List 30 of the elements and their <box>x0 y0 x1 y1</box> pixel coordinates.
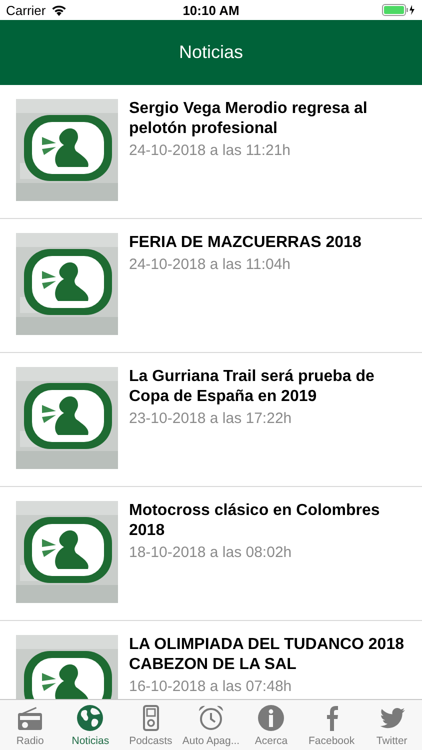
news-date: 16-10-2018 a las 07:48h <box>129 678 293 695</box>
info-icon <box>257 704 286 732</box>
status-time: 10:10 AM <box>182 2 240 18</box>
tab-info[interactable]: Acerca <box>241 700 302 750</box>
globe-icon <box>76 704 104 732</box>
news-title: Sergio Vega Merodio regresa al pelotón profesional <box>129 99 368 139</box>
news-title: FERIA DE MAZCUERRAS 2018 <box>129 233 362 253</box>
carrier-label: Carrier <box>6 2 46 18</box>
wifi-icon <box>50 4 67 16</box>
news-title: LA OLIMPIADA DEL TUDANCO 2018 CABEZON DE LA SAL <box>129 635 405 675</box>
news-item[interactable]: Motocross clásico en Colombres 2018 18-10-2018 a las 08:02h <box>0 487 422 621</box>
tab-twitter[interactable]: Twitter <box>362 700 422 750</box>
news-item[interactable]: FERIA DE MAZCUERRAS 2018 24-10-2018 a las 11:04h <box>0 219 422 353</box>
nav-title: Noticias <box>178 42 244 63</box>
news-date: 18-10-2018 a las 08:02h <box>129 544 293 561</box>
tab-player[interactable]: Podcasts <box>120 700 181 750</box>
alarm-clock-icon <box>196 704 225 732</box>
tab-radio[interactable]: Radio <box>0 700 60 750</box>
radio-icon <box>16 704 44 732</box>
news-date: 23-10-2018 a las 17:22h <box>129 410 293 427</box>
news-title: La Gurriana Trail será prueba de Copa de España en 2019 <box>129 367 376 407</box>
news-item[interactable]: Sergio Vega Merodio regresa al pelotón profesional 24-10-2018 a las 11:21h <box>0 85 422 219</box>
battery-icon <box>382 4 416 16</box>
tab-alarm[interactable]: Auto Apag... <box>180 700 242 750</box>
tab-globe[interactable]: Noticias <box>60 700 121 750</box>
news-title: Motocross clásico en Colombres 2018 <box>129 501 381 541</box>
tab-facebook[interactable]: Facebook <box>301 700 362 750</box>
news-item[interactable]: La Gurriana Trail será prueba de Copa de España en 2019 23-10-2018 a las 17:22h <box>0 353 422 487</box>
news-date: 24-10-2018 a las 11:04h <box>129 256 292 273</box>
news-date: 24-10-2018 a las 11:21h <box>129 142 292 159</box>
